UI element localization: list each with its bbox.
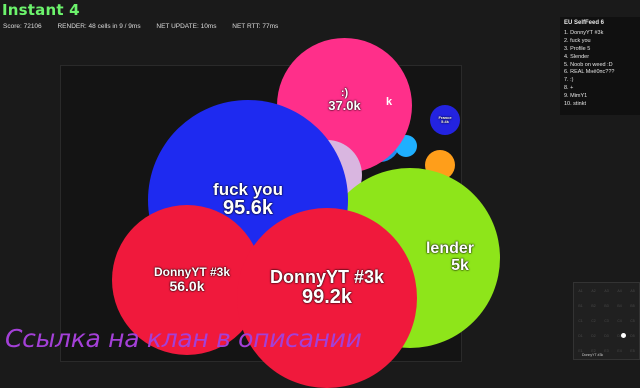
minimap-sector: C1: [578, 318, 583, 323]
leaderboard-item: 4. Slender: [564, 53, 590, 60]
stats-bar: Score: 72106 RENDER: 48 cells in 9 / 9ms…: [3, 23, 292, 30]
minimap-sector: D1: [578, 334, 583, 339]
leaderboard-item: 9. MimY1: [564, 93, 588, 100]
score-readout: Score: 72106: [3, 23, 42, 30]
leaderboard-item: 10. stinkt: [564, 101, 587, 108]
minimap-sector: A2: [591, 288, 596, 293]
cell-france: France 5.4k: [430, 105, 460, 135]
minimap-sector: B3: [604, 303, 609, 308]
leaderboard-item: 8. +: [564, 85, 574, 92]
minimap-sector: B4: [617, 303, 622, 308]
leaderboard: EU SelfFeed 6 1. DonnyYT #3k 2. fuck you…: [560, 17, 640, 115]
minimap-grid: A1 A2 A3 A4 A5 B1 B2 B3 B4 B5 C1 C2 C3 C4 C5 D1 D2 D3 D4 D5…: [574, 283, 639, 359]
minimap-sector: A3: [604, 288, 609, 293]
minimap-sector: C2: [591, 318, 596, 323]
minimap-sector: C5: [630, 318, 635, 323]
cell-pink-extra: k: [386, 96, 393, 108]
minimap-sector: A5: [630, 288, 635, 293]
game-title: Instant 4: [2, 1, 80, 19]
minimap-sector: D2: [591, 334, 596, 339]
minimap-sector: C3: [604, 318, 609, 323]
net-update-readout: NET UPDATE: 10ms: [156, 23, 217, 30]
leaderboard-item: 1. DonnyYT #3k: [564, 30, 604, 36]
render-readout: RENDER: 48 cells in 9 / 9ms: [57, 23, 141, 30]
leaderboard-item: 6. REAL Мнё0пс???: [564, 69, 615, 76]
minimap-sector: B2: [591, 303, 596, 308]
overlay-caption: Ссылка на клан в описании: [5, 324, 362, 353]
minimap-sector: B5: [630, 303, 635, 308]
minimap: A1 A2 A3 A4 A5 B1 B2 B3 B4 B5 C1 C2 C3 C4 C5 D1 D2 D3 D4 D5…: [573, 282, 640, 360]
minimap-sector: C4: [617, 318, 622, 323]
cell-red-front: DonnyYT #3k 99.2k: [237, 208, 417, 388]
leaderboard-title: EU SelfFeed 6: [564, 20, 605, 26]
minimap-sector: B1: [578, 303, 583, 308]
leaderboard-item: 2. fuck you: [564, 37, 591, 44]
minimap-sector: D5: [630, 334, 635, 339]
minimap-sector: A1: [578, 288, 583, 293]
minimap-sector: A4: [617, 288, 622, 293]
minimap-player-dot: [621, 333, 626, 338]
net-rtt-readout: NET RTT: 77ms: [232, 23, 279, 30]
minimap-sector: E4: [617, 349, 622, 354]
leaderboard-item: 3. Profile 5: [564, 45, 591, 52]
minimap-sector: D3: [604, 334, 609, 339]
minimap-sector: E5: [630, 349, 635, 354]
leaderboard-item: 5. Noob on weed :D: [564, 61, 613, 68]
leaderboard-item: 7. :): [564, 77, 574, 84]
minimap-player-label: DonnyYT #3k: [582, 353, 604, 357]
